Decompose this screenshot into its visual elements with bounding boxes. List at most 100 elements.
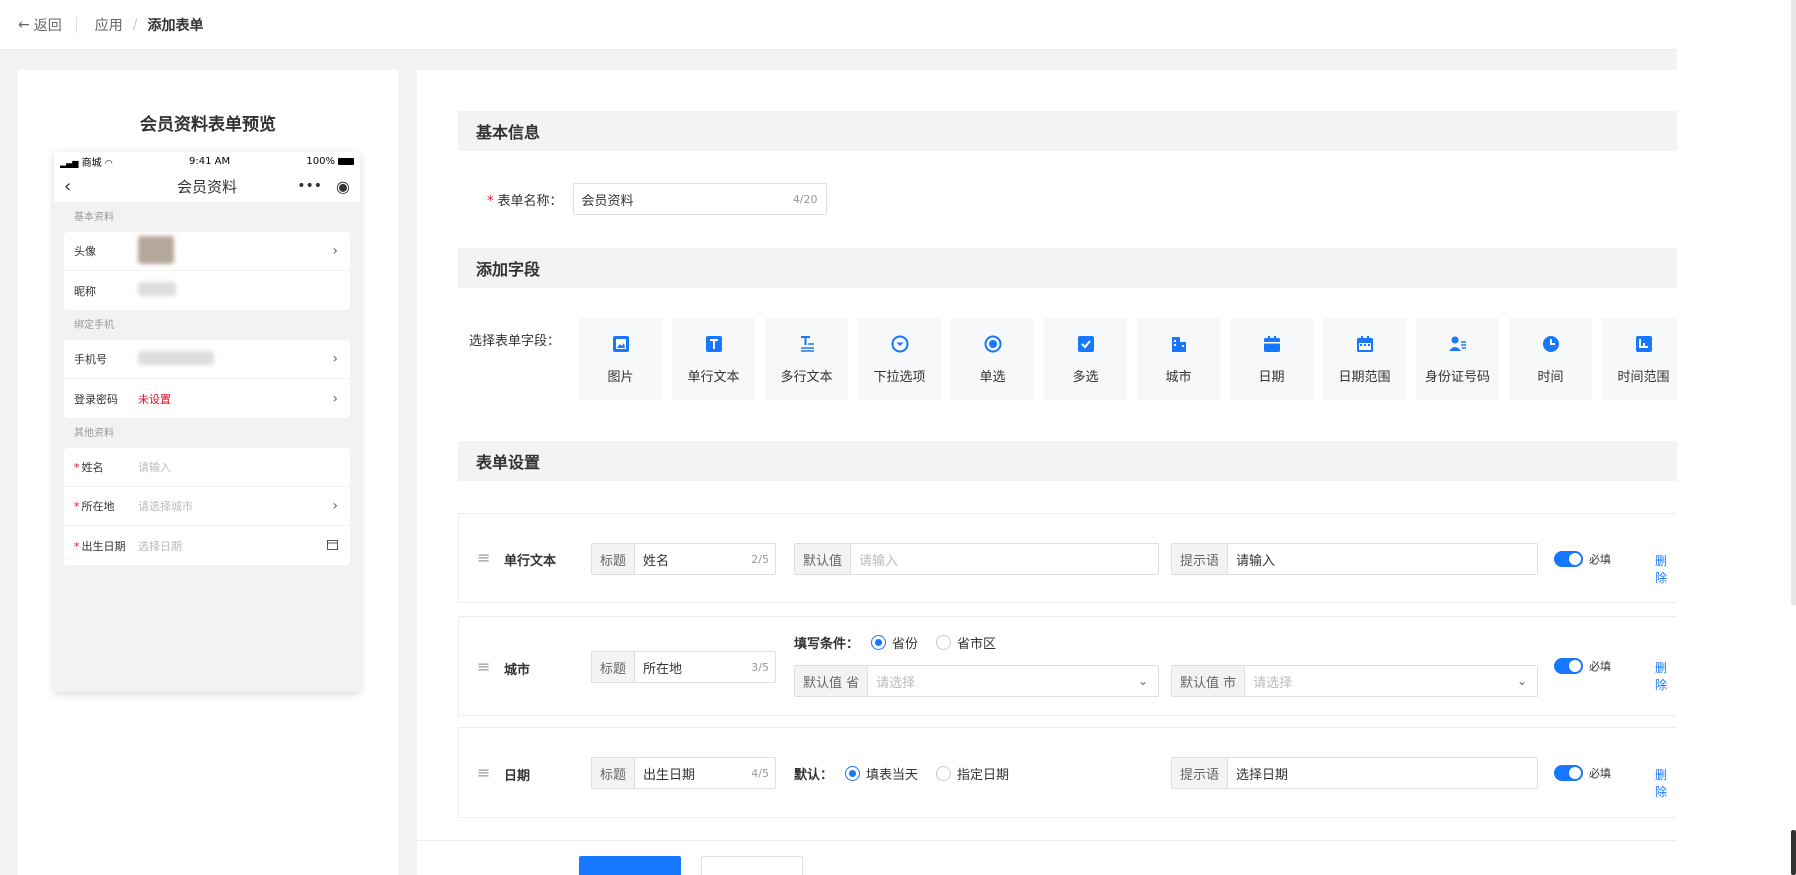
field-tile-label: 单选: [979, 369, 1006, 385]
field-tile-calendar[interactable]: 日期: [1230, 318, 1313, 400]
battery-icon: [338, 157, 354, 165]
field-tile-label: 下拉选项: [873, 369, 926, 385]
row-mobile[interactable]: 手机号 ›: [64, 340, 350, 379]
required-mark: *: [74, 539, 80, 553]
field-tile-multiline-text[interactable]: 多行文本: [765, 318, 848, 400]
chevron-right-icon: ›: [332, 498, 338, 514]
signal-icon: ▂▄▆: [60, 158, 79, 168]
scrollbar-track: [1791, 0, 1796, 605]
field-tile-radio[interactable]: 单选: [951, 318, 1034, 400]
row-password[interactable]: 登录密码 未设置 ›: [64, 379, 350, 418]
default-province-select[interactable]: 默认值 省 请选择 ⌄: [794, 665, 1159, 697]
field-tile-city[interactable]: 城市: [1137, 318, 1220, 400]
field-tile-image[interactable]: 图片: [579, 318, 662, 400]
phone-mockup: ▂▄▆ 商城 ◠ 9:41 AM 100% ‹ 会员资料 ••• ◉ 基本资料 …: [54, 152, 360, 692]
required-toggle[interactable]: 必填: [1554, 658, 1611, 674]
calendar-icon: [327, 538, 338, 554]
field-tile-dropdown[interactable]: 下拉选项: [858, 318, 941, 400]
section-header-basic: 基本信息: [458, 111, 1677, 151]
field-tile-label: 图片: [607, 369, 634, 385]
row-nickname[interactable]: 昵称: [64, 271, 350, 310]
chevron-down-icon: ⌄: [1516, 674, 1527, 688]
row-birthday[interactable]: * 出生日期 选择日期: [64, 526, 350, 565]
form-name-input[interactable]: 会员资料 4/20: [572, 183, 827, 215]
hint-input[interactable]: 提示语 请输入: [1171, 543, 1538, 575]
setting-row-text: ≡ 单行文本 标题 姓名 2/5 默认值 请输入 提示语 请输入 必填 删除: [458, 513, 1677, 603]
field-tile-label: 身份证号码: [1424, 369, 1490, 385]
phone-nav-bar: ‹ 会员资料 ••• ◉: [54, 170, 360, 202]
title-input[interactable]: 标题 所在地 3/5: [591, 651, 776, 683]
field-tiles: 图片 单行文本 多行文本 下拉选项 单选 多选 城市 日期 日期范围 身份证号码 时间 时间范围: [579, 318, 1677, 400]
form-name-label: 表单名称：: [497, 193, 563, 209]
id-card-icon: [1448, 334, 1468, 354]
mobile-redacted: [138, 350, 214, 365]
row-location[interactable]: * 所在地 请选择城市 ›: [64, 487, 350, 526]
chevron-right-icon: ›: [332, 351, 338, 367]
calendar-range-icon: [1355, 334, 1375, 354]
default-value-input[interactable]: 默认值 请输入: [794, 543, 1159, 575]
drag-handle-icon[interactable]: ≡: [477, 763, 490, 782]
scrollbar-thumb[interactable]: [1791, 830, 1796, 875]
title-input[interactable]: 标题 姓名 2/5: [591, 543, 776, 575]
avatar: [138, 235, 332, 267]
field-tile-calendar-range[interactable]: 日期范围: [1323, 318, 1406, 400]
field-tile-clock[interactable]: 时间: [1509, 318, 1592, 400]
field-tile-checkbox[interactable]: 多选: [1044, 318, 1127, 400]
breadcrumb-separator: /: [132, 16, 138, 33]
arrow-left-icon: ←: [18, 16, 30, 33]
default-city-select[interactable]: 默认值 市 请选择 ⌄: [1171, 665, 1538, 697]
section-label-basic: 基本资料: [74, 212, 114, 223]
dropdown-icon: [890, 334, 910, 354]
radio-pick-date[interactable]: 指定日期: [936, 764, 1009, 783]
carrier: ▂▄▆ 商城 ◠: [60, 157, 113, 169]
radio-province-city-district[interactable]: 省市区: [936, 633, 996, 652]
basic-card: 头像 › 昵称: [64, 232, 350, 310]
title-input[interactable]: 标题 出生日期 4/5: [591, 757, 776, 789]
page-scrollbar[interactable]: [1677, 0, 1796, 875]
save-button[interactable]: [579, 856, 681, 875]
field-tile-label: 单行文本: [687, 369, 740, 385]
field-tile-label: 多行文本: [780, 369, 833, 385]
target-icon[interactable]: ◉: [336, 177, 350, 196]
hint-input[interactable]: 提示语 选择日期: [1171, 757, 1538, 789]
toggle-switch[interactable]: [1554, 765, 1583, 781]
required-toggle[interactable]: 必填: [1554, 551, 1611, 567]
radio-province[interactable]: 省份: [871, 633, 918, 652]
form-name-row: * 表单名称： 会员资料 4/20: [487, 183, 827, 215]
battery: 100%: [306, 156, 354, 167]
preview-panel: 会员资料表单预览 ▂▄▆ 商城 ◠ 9:41 AM 100% ‹ 会员资料 ••…: [18, 70, 398, 875]
row-avatar[interactable]: 头像 ›: [64, 232, 350, 271]
field-tile-time-range[interactable]: 时间范围: [1602, 318, 1677, 400]
required-toggle[interactable]: 必填: [1554, 765, 1611, 781]
other-card: * 姓名 请输入 * 所在地 请选择城市 › * 出生日期 选择日期: [64, 448, 350, 565]
setting-row-city: ≡ 城市 标题 所在地 3/5 填写条件： 省份 省市区 默认值 省 请选择 ⌄…: [458, 616, 1677, 716]
delete-link[interactable]: 删除: [1655, 659, 1677, 693]
toggle-switch[interactable]: [1554, 551, 1583, 567]
checkbox-icon: [1076, 334, 1096, 354]
chevron-right-icon: ›: [332, 390, 338, 407]
drag-handle-icon[interactable]: ≡: [477, 548, 490, 567]
toggle-switch[interactable]: [1554, 658, 1583, 674]
cancel-button[interactable]: [701, 856, 803, 875]
delete-link[interactable]: 删除: [1655, 766, 1677, 800]
chevron-left-icon[interactable]: ‹: [64, 176, 71, 197]
required-mark: *: [487, 193, 494, 209]
back-button[interactable]: ← 返回: [18, 15, 62, 35]
radio-today[interactable]: 填表当天: [845, 764, 918, 783]
row-name[interactable]: * 姓名 请输入: [64, 448, 350, 487]
delete-link[interactable]: 删除: [1655, 552, 1677, 586]
field-tile-id-card[interactable]: 身份证号码: [1416, 318, 1499, 400]
divider: [75, 16, 77, 33]
back-label: 返回: [33, 17, 62, 34]
field-tile-label: 日期范围: [1338, 369, 1391, 385]
section-label-other: 其他资料: [74, 428, 114, 439]
more-icon[interactable]: •••: [297, 178, 322, 194]
field-tile-label: 时间范围: [1617, 369, 1670, 385]
drag-handle-icon[interactable]: ≡: [477, 657, 490, 676]
field-tile-label: 日期: [1258, 369, 1285, 385]
field-tile-text[interactable]: 单行文本: [672, 318, 755, 400]
breadcrumb-app[interactable]: 应用: [95, 15, 123, 35]
mini-program-capsule[interactable]: ••• ◉: [297, 177, 350, 196]
field-tile-label: 城市: [1165, 369, 1192, 385]
section-header-settings: 表单设置: [458, 441, 1677, 481]
